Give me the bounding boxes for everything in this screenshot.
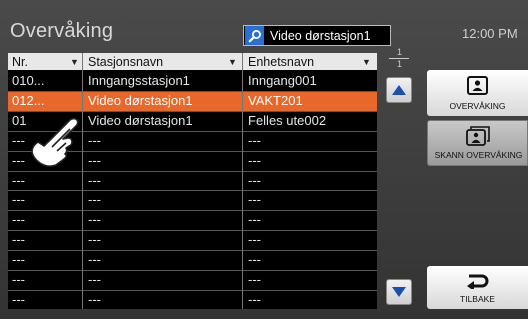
column-divider — [242, 53, 243, 309]
search-field[interactable]: Video dørstasjon1 — [243, 25, 391, 46]
cell-station-name: Video dørstasjon1 — [88, 92, 193, 108]
cell-unit-name: VAKT201 — [248, 92, 303, 108]
cell-unit-name: --- — [248, 212, 261, 228]
table-row[interactable]: --- --- --- — [8, 250, 377, 271]
scan-monitor-button[interactable]: SKANN OVERVÅKING — [427, 120, 528, 166]
column-header-unit-name[interactable]: Enhetsnavn ▼ — [243, 53, 377, 70]
cell-unit-name: --- — [248, 252, 261, 268]
scan-monitor-label: SKANN OVERVÅKING — [434, 150, 523, 160]
cell-station-name: --- — [88, 152, 101, 168]
column-header-number[interactable]: Nr. ▼ — [8, 53, 82, 70]
row-divider — [8, 250, 377, 252]
cell-number: --- — [12, 172, 25, 188]
cell-unit-name: --- — [248, 132, 261, 148]
page-current: 1 — [397, 47, 403, 57]
cell-unit-name: Inngang001 — [248, 73, 317, 88]
cell-number: --- — [12, 291, 25, 307]
row-divider — [8, 170, 377, 172]
scroll-up-button[interactable] — [386, 77, 412, 103]
table-row[interactable]: --- --- --- — [8, 290, 377, 311]
screen: Overvåking Video dørstasjon1 12:00 PM Nr… — [0, 0, 528, 319]
cell-number: --- — [12, 212, 25, 228]
cell-station-name: Video dørstasjon1 — [88, 112, 193, 128]
row-divider — [8, 190, 377, 192]
sort-down-icon: ▼ — [70, 56, 79, 67]
cell-unit-name: --- — [248, 172, 261, 188]
cell-station-name: --- — [88, 232, 101, 248]
back-label: TILBAKE — [460, 294, 495, 304]
cell-number: --- — [12, 232, 25, 248]
column-divider — [82, 53, 83, 309]
row-divider — [8, 210, 377, 212]
cell-station-name: --- — [88, 272, 101, 287]
cell-number: 012... — [12, 92, 45, 108]
cell-station-name: --- — [88, 172, 101, 188]
cell-unit-name: --- — [248, 291, 261, 307]
cell-station-name: --- — [88, 252, 101, 268]
row-divider — [8, 289, 377, 291]
cell-station-name: --- — [88, 291, 101, 307]
page-indicator: 1 1 — [379, 47, 419, 70]
return-arrow-icon — [467, 274, 489, 289]
sort-down-icon: ▼ — [362, 56, 371, 67]
table-row[interactable]: --- --- --- — [8, 210, 377, 231]
sort-down-icon: ▼ — [228, 56, 237, 67]
search-icon[interactable] — [245, 26, 264, 45]
triangle-up-icon — [392, 85, 406, 95]
cell-station-name: --- — [88, 212, 101, 228]
cell-unit-name: --- — [248, 192, 261, 208]
cell-number: --- — [12, 272, 25, 287]
page-total: 1 — [397, 59, 403, 69]
table-row[interactable]: --- --- --- — [8, 230, 377, 251]
column-header-label: Enhetsnavn — [248, 54, 315, 69]
station-table: Nr. ▼ Stasjonsnavn ▼ Enhetsnavn ▼ 010...… — [8, 53, 377, 309]
triangle-down-icon — [392, 287, 406, 297]
cell-station-name: --- — [88, 132, 101, 148]
back-button[interactable]: TILBAKE — [427, 266, 528, 309]
row-divider — [8, 230, 377, 232]
scan-monitor-icon — [466, 126, 490, 146]
search-value: Video dørstasjon1 — [270, 28, 371, 43]
table-row[interactable]: --- --- --- — [8, 270, 377, 291]
cell-unit-name: --- — [248, 232, 261, 248]
table-row[interactable]: 010... Inngangsstasjon1 Inngang001 — [8, 71, 377, 92]
cell-unit-name: Felles ute002 — [248, 112, 327, 128]
column-header-label: Stasjonsnavn — [88, 54, 164, 69]
scroll-down-button[interactable] — [386, 279, 412, 305]
monitor-icon — [467, 76, 488, 95]
cell-number: --- — [12, 252, 25, 268]
monitor-button[interactable]: OVERVÅKING — [427, 70, 528, 116]
table-row[interactable]: --- --- --- — [8, 171, 377, 192]
row-divider — [8, 270, 377, 271]
clock: 12:00 PM — [462, 26, 518, 41]
cell-station-name: Inngangsstasjon1 — [88, 73, 190, 88]
column-header-station-name[interactable]: Stasjonsnavn ▼ — [83, 53, 242, 70]
page-title: Overvåking — [10, 20, 114, 42]
touch-hand-icon — [31, 117, 79, 167]
cell-unit-name: --- — [248, 152, 261, 168]
row-divider — [8, 90, 377, 92]
monitor-label: OVERVÅKING — [449, 101, 506, 111]
cell-number: --- — [12, 192, 25, 208]
column-header-label: Nr. — [12, 54, 28, 69]
table-row[interactable]: --- --- --- — [8, 190, 377, 211]
cell-unit-name: --- — [248, 272, 261, 287]
cell-station-name: --- — [88, 192, 101, 208]
cell-number: 010... — [12, 73, 45, 88]
